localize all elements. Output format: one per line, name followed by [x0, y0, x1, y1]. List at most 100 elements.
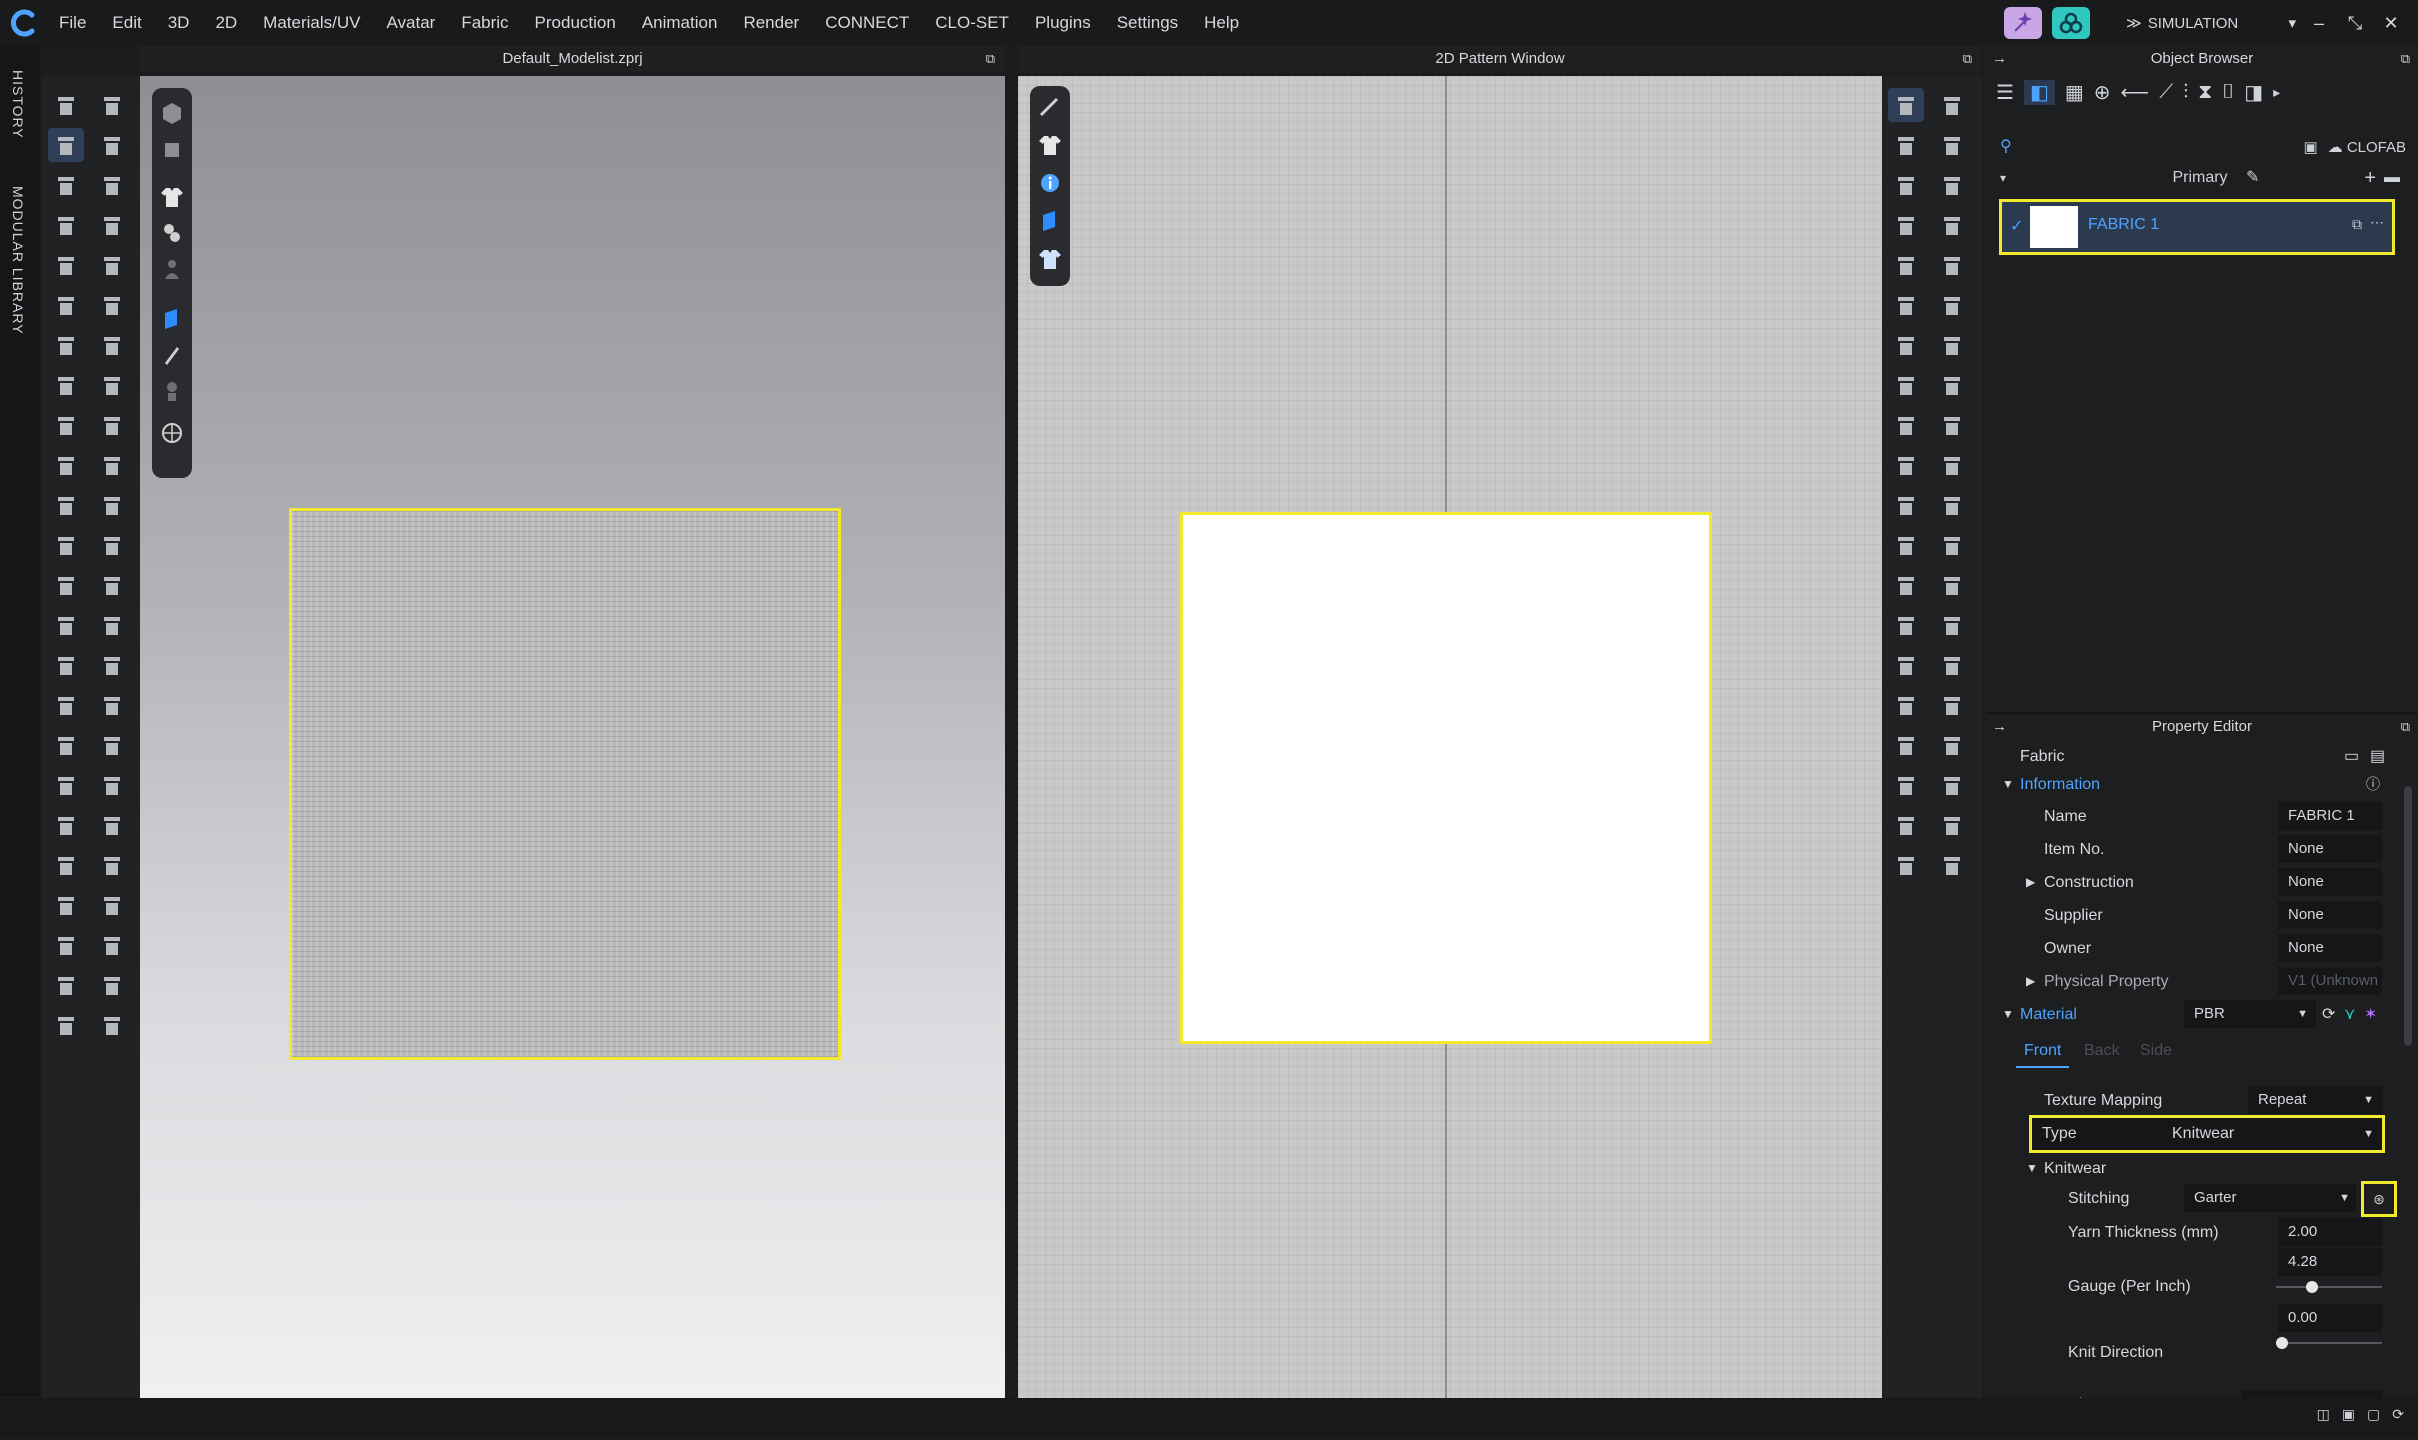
3d-tool-icon[interactable]	[94, 808, 130, 842]
ai-app-icon[interactable]	[2004, 7, 2042, 39]
history-tab[interactable]: HISTORY	[10, 70, 26, 139]
fabric-pattern-piece[interactable]	[1180, 512, 1712, 1044]
3d-tool-icon[interactable]	[48, 248, 84, 282]
3d-tool-icon[interactable]	[48, 368, 84, 402]
ai-material-icon[interactable]: ⋎	[2344, 998, 2356, 1031]
3d-view-icon[interactable]: ▣	[2342, 1406, 2355, 1423]
info-icon[interactable]	[1032, 166, 1068, 200]
more-tabs-icon[interactable]: ▸	[2273, 84, 2280, 101]
avatar-icon[interactable]	[154, 252, 190, 286]
pattern-display-icon[interactable]	[1032, 90, 1068, 124]
3d-tool-icon[interactable]	[94, 168, 130, 202]
2d-tool-icon[interactable]	[1888, 128, 1924, 162]
2d-tool-icon[interactable]	[1934, 848, 1970, 882]
refresh-icon[interactable]: ⟳	[2322, 998, 2335, 1031]
2d-tool-icon[interactable]	[1888, 328, 1924, 362]
3d-tool-icon[interactable]	[48, 888, 84, 922]
2d-tool-icon[interactable]	[1934, 248, 1970, 282]
texture-icon[interactable]	[1032, 204, 1068, 238]
3d-tool-icon[interactable]	[94, 1008, 130, 1042]
3d-tool-icon[interactable]	[48, 808, 84, 842]
2d-tool-icon[interactable]	[1934, 328, 1970, 362]
item-no-field[interactable]: None	[2278, 835, 2382, 863]
topstitch-tab-icon[interactable]: ⟋	[2159, 81, 2173, 104]
3d-tool-icon[interactable]	[94, 288, 130, 322]
2d-tool-icon[interactable]	[1888, 168, 1924, 202]
menu-materials-uv[interactable]: Materials/UV	[250, 0, 373, 46]
2d-tool-icon[interactable]	[1934, 288, 1970, 322]
collapse-arrow-icon[interactable]: →	[1992, 46, 2007, 72]
3d-tool-icon[interactable]	[48, 328, 84, 362]
trim-tab-icon[interactable]: ⧗	[2198, 81, 2212, 104]
2d-tool-icon[interactable]	[1888, 728, 1924, 762]
2d-view-icon[interactable]: ▢	[2367, 1406, 2380, 1423]
2d-tool-icon[interactable]	[1888, 88, 1924, 122]
2d-tool-icon[interactable]	[1888, 608, 1924, 642]
2d-tool-icon[interactable]	[1934, 608, 1970, 642]
3d-tool-icon[interactable]	[48, 288, 84, 322]
3d-tool-icon[interactable]	[94, 608, 130, 642]
3d-tool-icon[interactable]	[48, 488, 84, 522]
3d-tool-icon[interactable]	[94, 848, 130, 882]
2d-tool-icon[interactable]	[1934, 768, 1970, 802]
2d-tool-icon[interactable]	[1934, 808, 1970, 842]
construction-field[interactable]: None	[2278, 868, 2382, 896]
2d-tool-icon[interactable]	[1934, 528, 1970, 562]
3d-tool-icon[interactable]	[94, 528, 130, 562]
2d-tool-icon[interactable]	[1934, 208, 1970, 242]
pins-display-icon[interactable]	[154, 216, 190, 250]
menu-clo-set[interactable]: CLO-SET	[922, 0, 1022, 46]
clofab-button[interactable]: ☁ CLOFAB	[2328, 138, 2406, 156]
knitwear-expand-icon[interactable]: ▼	[2026, 1152, 2038, 1185]
3d-tool-icon[interactable]	[48, 568, 84, 602]
collapse-arrow-icon[interactable]: →	[1992, 714, 2007, 740]
yarn-thickness-field[interactable]: 2.00	[2278, 1218, 2382, 1246]
3d-tool-icon[interactable]	[94, 128, 130, 162]
3d-tool-icon[interactable]	[48, 648, 84, 682]
menu-production[interactable]: Production	[522, 0, 629, 46]
3d-tool-icon[interactable]	[94, 328, 130, 362]
3d-tool-icon[interactable]	[94, 368, 130, 402]
globe-icon[interactable]	[154, 416, 190, 450]
graphic-tab-icon[interactable]: ◨	[2244, 80, 2263, 105]
ai-generate-icon[interactable]: ✶	[2364, 998, 2377, 1031]
menu-render[interactable]: Render	[730, 0, 812, 46]
3d-tool-icon[interactable]	[94, 888, 130, 922]
information-expand-icon[interactable]: ▼	[2002, 768, 2014, 801]
gauge-slider-handle[interactable]	[2306, 1281, 2319, 1293]
3d-tool-icon[interactable]	[48, 1008, 84, 1042]
more-options-icon[interactable]: ⋯	[2370, 214, 2384, 231]
3d-tool-icon[interactable]	[48, 128, 84, 162]
copy-icon[interactable]: ⧉	[2352, 216, 2362, 233]
fabric-tab-icon[interactable]: ◧	[2023, 79, 2055, 105]
tab-side[interactable]: Side	[2132, 1036, 2180, 1066]
gauge-slider[interactable]	[2276, 1280, 2382, 1294]
avatar-silhouette-icon[interactable]	[154, 374, 190, 408]
3d-tool-icon[interactable]	[94, 968, 130, 1002]
sync-icon[interactable]: ⟳	[2392, 1406, 2404, 1423]
list-icon[interactable]: ☰	[1996, 80, 2014, 105]
fabric-3d-piece[interactable]	[289, 508, 841, 1060]
split-view-icon[interactable]: ◫	[2317, 1406, 2330, 1423]
name-field[interactable]: FABRIC 1	[2278, 802, 2382, 830]
material-section[interactable]: Material	[2020, 998, 2077, 1031]
2d-tool-icon[interactable]	[1888, 688, 1924, 722]
knit-direction-slider[interactable]	[2276, 1336, 2382, 1350]
3d-tool-icon[interactable]	[48, 608, 84, 642]
2d-tool-icon[interactable]	[1888, 288, 1924, 322]
tab-back[interactable]: Back	[2076, 1036, 2128, 1066]
3d-tool-icon[interactable]	[48, 728, 84, 762]
physical-property-field[interactable]: V1 (Unknown	[2278, 967, 2382, 995]
3d-tool-icon[interactable]	[48, 968, 84, 1002]
2d-tool-icon[interactable]	[1888, 568, 1924, 602]
garment-icon[interactable]	[1032, 128, 1068, 162]
construction-expand-icon[interactable]: ▶	[2026, 866, 2035, 899]
mode-selector[interactable]: ≫ SIMULATION ▾	[2126, 14, 2296, 33]
menu-avatar[interactable]: Avatar	[373, 0, 448, 46]
3d-viewport[interactable]	[140, 76, 1005, 1398]
edit-pencil-icon[interactable]: ✎	[2246, 164, 2259, 192]
2d-tool-icon[interactable]	[1934, 488, 1970, 522]
2d-tool-icon[interactable]	[1888, 528, 1924, 562]
3d-tool-icon[interactable]	[48, 768, 84, 802]
stitch-library-button[interactable]: ⊛	[2361, 1181, 2397, 1217]
